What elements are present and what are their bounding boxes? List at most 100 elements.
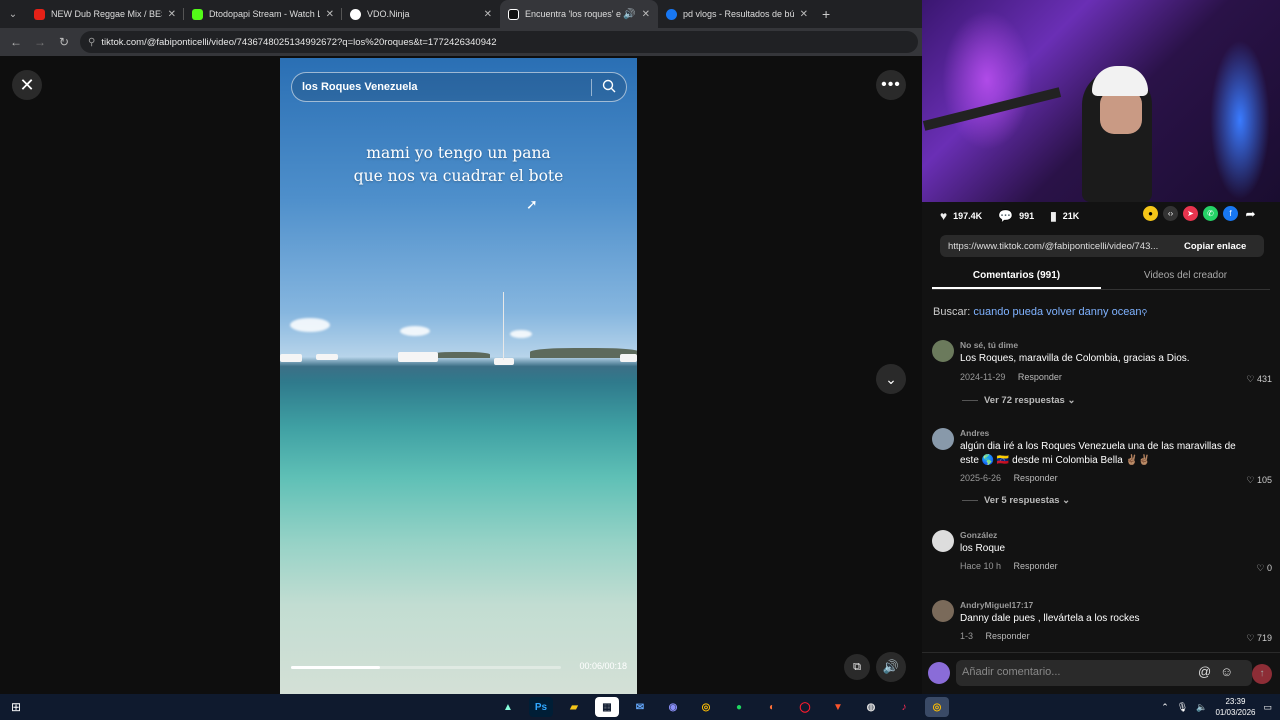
tab-facebook[interactable]: pd vlogs - Resultados de búsq ✕	[658, 0, 816, 28]
tab-creator-videos[interactable]: Videos del creador	[1101, 266, 1270, 289]
comment-meta: Hace 10 h Responder	[960, 561, 1058, 571]
tiktok-app-icon[interactable]: ♪	[892, 697, 916, 717]
view-replies-label: Ver 72 respuestas	[984, 395, 1065, 406]
share-arrow-icon[interactable]: ➦	[1243, 206, 1258, 221]
copy-link-button[interactable]: Copiar enlace	[1176, 241, 1246, 252]
avatar[interactable]	[932, 600, 954, 622]
related-search-query[interactable]: cuando pueda volver danny ocean	[973, 306, 1141, 318]
share-url[interactable]: https://www.tiktok.com/@fabiponticelli/v…	[940, 241, 1176, 252]
speaker-icon[interactable]: 🔈	[1196, 702, 1207, 713]
close-tab-icon[interactable]: ✕	[642, 9, 650, 20]
comment-username[interactable]: Andres	[960, 428, 989, 438]
close-tab-icon[interactable]: ✕	[484, 9, 492, 20]
comment-likes[interactable]: ♡ 0	[1256, 563, 1272, 574]
tab-search-icon[interactable]: ⌄	[0, 0, 26, 28]
caption-line: mami yo tengo un pana	[366, 144, 551, 162]
obs-icon[interactable]: ◍	[859, 697, 883, 717]
volume-button[interactable]: 🔊	[876, 652, 906, 682]
chrome-active-icon[interactable]: ◎	[925, 697, 949, 717]
tab-title: pd vlogs - Resultados de búsq	[683, 9, 794, 19]
comment-like-count: 0	[1266, 563, 1272, 573]
post-comment-button[interactable]: ↑	[1252, 664, 1272, 684]
comment-like-count: 105	[1256, 475, 1272, 485]
video-progress-bar[interactable]	[291, 666, 561, 669]
clock[interactable]: 23:39 01/03/2026	[1215, 696, 1255, 718]
tab-comments[interactable]: Comentarios (991)	[932, 266, 1101, 289]
related-search[interactable]: Buscar: cuando pueda volver danny ocean⚲	[933, 306, 1147, 318]
mic-icon[interactable]: 🎙	[1177, 702, 1188, 713]
tab-tiktok[interactable]: Encuentra 'los roques' en Ti 🔊 ✕	[500, 0, 658, 28]
spotify-icon[interactable]: ●	[727, 697, 751, 717]
close-tab-icon[interactable]: ✕	[800, 9, 808, 20]
search-bar[interactable]: los Roques Venezuela	[291, 72, 627, 102]
comment-date: Hace 10 h	[960, 561, 1002, 571]
close-tab-icon[interactable]: ✕	[168, 9, 176, 20]
photoshop-icon[interactable]: Ps	[529, 697, 553, 717]
reply-button[interactable]: Responder	[1014, 561, 1058, 571]
tab-vdo-ninja[interactable]: VDO.Ninja ✕	[342, 0, 500, 28]
video-player[interactable]: los Roques Venezuela mami yo tengo un pa…	[280, 58, 637, 694]
tab-title: Encuentra 'los roques' en Ti	[525, 9, 621, 19]
bookmark-icon[interactable]: ▮	[1050, 209, 1057, 223]
comment-date: 2025-6-26	[960, 473, 1002, 483]
view-replies-button[interactable]: Ver 72 respuestas ⌄	[962, 395, 1075, 406]
audio-icon[interactable]: 🔊	[623, 9, 635, 20]
reload-icon[interactable]: ↻	[52, 35, 76, 49]
reply-button[interactable]: Responder	[986, 631, 1030, 641]
next-video-button[interactable]: ⌄	[876, 364, 906, 394]
tab-youtube[interactable]: NEW Dub Reggae Mix / BEST R ✕	[26, 0, 184, 28]
url-field[interactable]: ⚲ tiktok.com/@fabiponticelli/video/74367…	[80, 31, 918, 53]
coin-icon[interactable]: ●	[1143, 206, 1158, 221]
start-icon[interactable]: ⊞	[0, 700, 32, 714]
reply-button[interactable]: Responder	[1018, 372, 1062, 382]
reply-button[interactable]: Responder	[1014, 473, 1058, 483]
comment-text: Danny dale pues , llevártela a los rocke…	[960, 613, 1140, 624]
facebook-share-icon[interactable]: f	[1223, 206, 1238, 221]
comment-icon[interactable]: 💬	[998, 209, 1013, 223]
tiktok-icon	[508, 8, 519, 20]
heart-icon[interactable]: ♥	[940, 209, 947, 223]
embed-icon[interactable]: ‹›	[1163, 206, 1178, 221]
tab-kick[interactable]: Dtodopapi Stream - Watch Liv ✕	[184, 0, 342, 28]
mention-icon[interactable]: @	[1198, 664, 1211, 679]
search-icon[interactable]	[602, 79, 616, 93]
brave-icon[interactable]: ▼	[826, 697, 850, 717]
video-actions: ♥ 197.4K 💬 991 ▮ 21K	[940, 206, 1089, 226]
whatsapp-icon[interactable]: ✆	[1203, 206, 1218, 221]
search-icon[interactable]: ⚲	[1142, 308, 1148, 317]
close-tab-icon[interactable]: ✕	[326, 9, 334, 20]
calculator-icon[interactable]: ▦	[595, 697, 619, 717]
forward-icon[interactable]: →	[28, 35, 52, 49]
tab-title: NEW Dub Reggae Mix / BEST R	[51, 9, 162, 19]
close-button[interactable]: ✕	[12, 70, 42, 100]
view-replies-button[interactable]: Ver 5 respuestas ⌄	[962, 495, 1070, 506]
notifications-icon[interactable]: ▭	[1263, 702, 1272, 713]
comment-username[interactable]: González	[960, 530, 997, 540]
picture-in-picture-button[interactable]: ⧉	[844, 654, 870, 680]
avatar[interactable]	[932, 428, 954, 450]
comment-item: AndryMiguel17:17 Danny dale pues , llevá…	[932, 600, 1272, 643]
comment-item: González los Roque Hace 10 h Responder ♡…	[932, 530, 1272, 573]
send-to-friend-icon[interactable]: ➤	[1183, 206, 1198, 221]
comment-likes[interactable]: ♡ 719	[1246, 633, 1272, 644]
new-tab-button[interactable]: +	[822, 6, 830, 22]
comment-likes[interactable]: ♡ 105	[1246, 475, 1272, 486]
avatar[interactable]	[932, 340, 954, 362]
more-options-button[interactable]: •••	[876, 70, 906, 100]
emoji-icon[interactable]: ☺	[1220, 664, 1233, 679]
discord-icon[interactable]: ◉	[661, 697, 685, 717]
comment-username[interactable]: AndryMiguel17:17	[960, 600, 1033, 610]
folder-icon[interactable]: ▰	[562, 697, 586, 717]
tray-expand-icon[interactable]: ⌃	[1161, 702, 1169, 713]
back-icon[interactable]: ←	[4, 35, 28, 49]
avatar[interactable]	[932, 530, 954, 552]
opera-icon[interactable]: ◯	[793, 697, 817, 717]
comment-likes[interactable]: ♡ 431	[1246, 374, 1272, 385]
comment-text: Los Roques, maravilla de Colombia, graci…	[960, 353, 1190, 364]
chrome-icon[interactable]: ◎	[694, 697, 718, 717]
site-info-icon[interactable]: ⚲	[88, 37, 95, 48]
outlook-icon[interactable]: ✉	[628, 697, 652, 717]
comment-username[interactable]: No sé, tú dime	[960, 340, 1018, 350]
app-icon[interactable]: ▲	[496, 697, 520, 717]
firefox-icon[interactable]: ◐	[760, 697, 784, 717]
